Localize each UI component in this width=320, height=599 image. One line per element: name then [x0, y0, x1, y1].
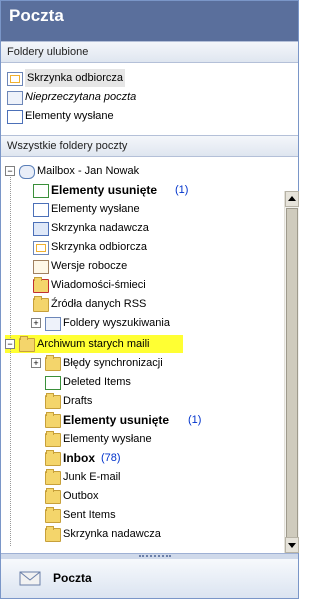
search-folder-icon — [45, 317, 61, 331]
vertical-scrollbar[interactable] — [284, 191, 299, 553]
folder-label: Wiadomości-śmieci — [51, 279, 146, 291]
favorite-label: Nieprzeczytana poczta — [25, 91, 137, 103]
folder-icon — [45, 507, 61, 523]
folder-label: Skrzynka nadawcza — [63, 528, 161, 540]
archive-folder-icon — [19, 336, 35, 352]
down-arrow-icon — [288, 543, 296, 548]
mailbox-icon — [19, 165, 35, 179]
folder-label: Źródła danych RSS — [51, 298, 147, 310]
folder-label: Wersje robocze — [51, 260, 128, 272]
sent-items-icon — [7, 110, 23, 124]
mail-navigation-pane: Poczta Foldery ulubione Skrzynka odbiorc… — [0, 0, 299, 599]
inbox-folder-icon — [7, 72, 23, 86]
favorite-label: Skrzynka odbiorcza — [25, 69, 125, 87]
folder-label: Deleted Items — [63, 376, 131, 388]
outbox-icon — [33, 222, 49, 236]
trash-icon — [33, 184, 49, 198]
scroll-up-button[interactable] — [285, 191, 299, 207]
folder-label: Elementy usunięte — [63, 413, 170, 427]
folder-label: Elementy usunięte — [51, 183, 158, 197]
collapse-toggle[interactable]: − — [5, 166, 15, 176]
folder-label: Sent Items — [63, 509, 116, 521]
favorites-heading: Foldery ulubione — [7, 46, 89, 58]
sent-items-icon — [33, 203, 49, 217]
folder-icon — [45, 488, 61, 504]
folder-label: Elementy wysłane — [51, 203, 140, 215]
unread-count: (1) — [188, 414, 202, 426]
all-folders-heading: Wszystkie foldery poczty — [7, 140, 128, 152]
envelope-icon — [19, 571, 41, 586]
pane-title: Poczta — [9, 6, 64, 25]
folder-label: Skrzynka nadawcza — [51, 222, 149, 234]
nav-button-label: Poczta — [53, 571, 92, 585]
folder-icon — [45, 431, 61, 447]
folder-icon — [45, 393, 61, 409]
folder-label: Skrzynka odbiorcza — [51, 241, 147, 253]
inbox-folder-icon — [33, 241, 49, 255]
favorites-header[interactable]: Foldery ulubione — [1, 41, 298, 63]
pane-title-bar: Poczta — [1, 1, 298, 41]
expand-toggle[interactable]: + — [31, 318, 41, 328]
folder-label: Drafts — [63, 395, 93, 407]
folder-icon — [45, 355, 61, 371]
search-folder-icon — [7, 91, 23, 105]
folder-label: Mailbox - Jan Nowak — [37, 165, 140, 177]
folder-icon — [45, 469, 61, 485]
junk-folder-icon — [33, 277, 49, 293]
nav-button-mail[interactable]: Poczta — [1, 559, 298, 598]
scroll-thumb[interactable] — [286, 208, 298, 538]
unread-count: (1) — [175, 184, 189, 196]
unread-count: (78) — [101, 452, 121, 464]
scroll-down-button[interactable] — [285, 537, 299, 553]
up-arrow-icon — [288, 196, 296, 201]
collapse-toggle[interactable]: − — [5, 339, 15, 349]
all-folders-header[interactable]: Wszystkie foldery poczty — [1, 135, 298, 157]
folder-label: Błędy synchronizacji — [63, 357, 163, 369]
tree-line — [10, 174, 11, 340]
folder-label: Elementy wysłane — [63, 433, 152, 445]
folder-label: Inbox — [63, 451, 95, 465]
favorite-label: Elementy wysłane — [25, 110, 114, 122]
folder-tree: − Mailbox - Jan Nowak Elementy usunięte … — [1, 158, 283, 550]
expand-toggle[interactable]: + — [31, 358, 41, 368]
folder-icon — [45, 412, 61, 428]
favorites-list: Skrzynka odbiorcza Nieprzeczytana poczta… — [1, 63, 298, 133]
folder-icon — [45, 526, 61, 542]
tree-line — [10, 346, 11, 546]
rss-folder-icon — [33, 296, 49, 312]
folder-label: Outbox — [63, 490, 99, 502]
folder-label: Archiwum starych maili — [37, 338, 150, 350]
folder-label: Junk E-mail — [63, 471, 121, 483]
drafts-icon — [33, 260, 49, 274]
folder-label: Foldery wyszukiwania — [63, 317, 170, 329]
folder-icon — [45, 450, 61, 466]
trash-icon — [45, 376, 61, 390]
